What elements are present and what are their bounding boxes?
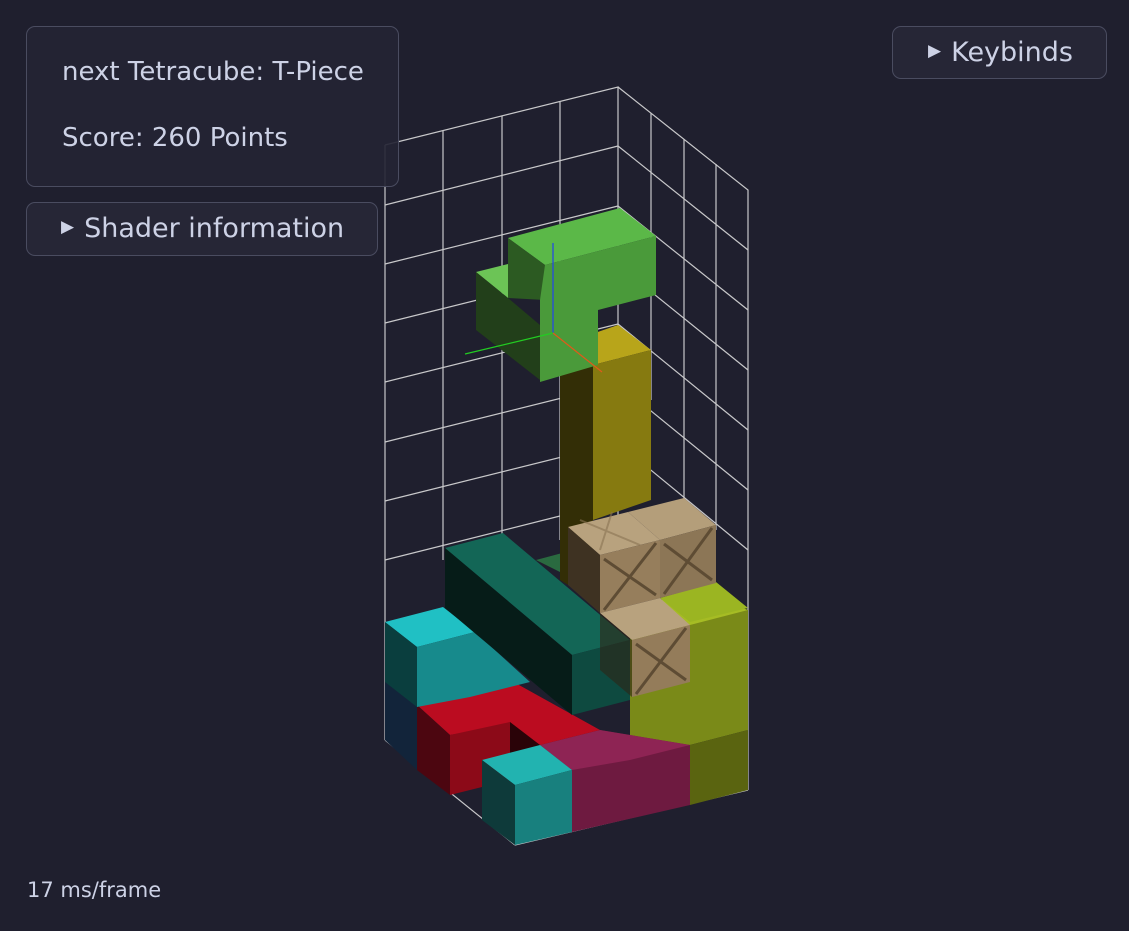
expand-arrow-icon: ▶ xyxy=(928,41,942,61)
next-piece-label: next Tetracube: T-Piece xyxy=(62,57,364,87)
shader-information-toggle[interactable]: ▶ Shader information xyxy=(26,202,378,256)
keybinds-toggle[interactable]: ▶ Keybinds xyxy=(892,26,1107,79)
frame-time-readout: 17 ms/frame xyxy=(27,878,162,902)
score-panel: next Tetracube: T-Piece Score: 260 Point… xyxy=(26,26,399,187)
keybinds-label: Keybinds xyxy=(951,37,1073,68)
expand-arrow-icon: ▶ xyxy=(61,217,75,237)
score-label: Score: 260 Points xyxy=(62,123,288,153)
shader-information-label: Shader information xyxy=(84,213,345,244)
